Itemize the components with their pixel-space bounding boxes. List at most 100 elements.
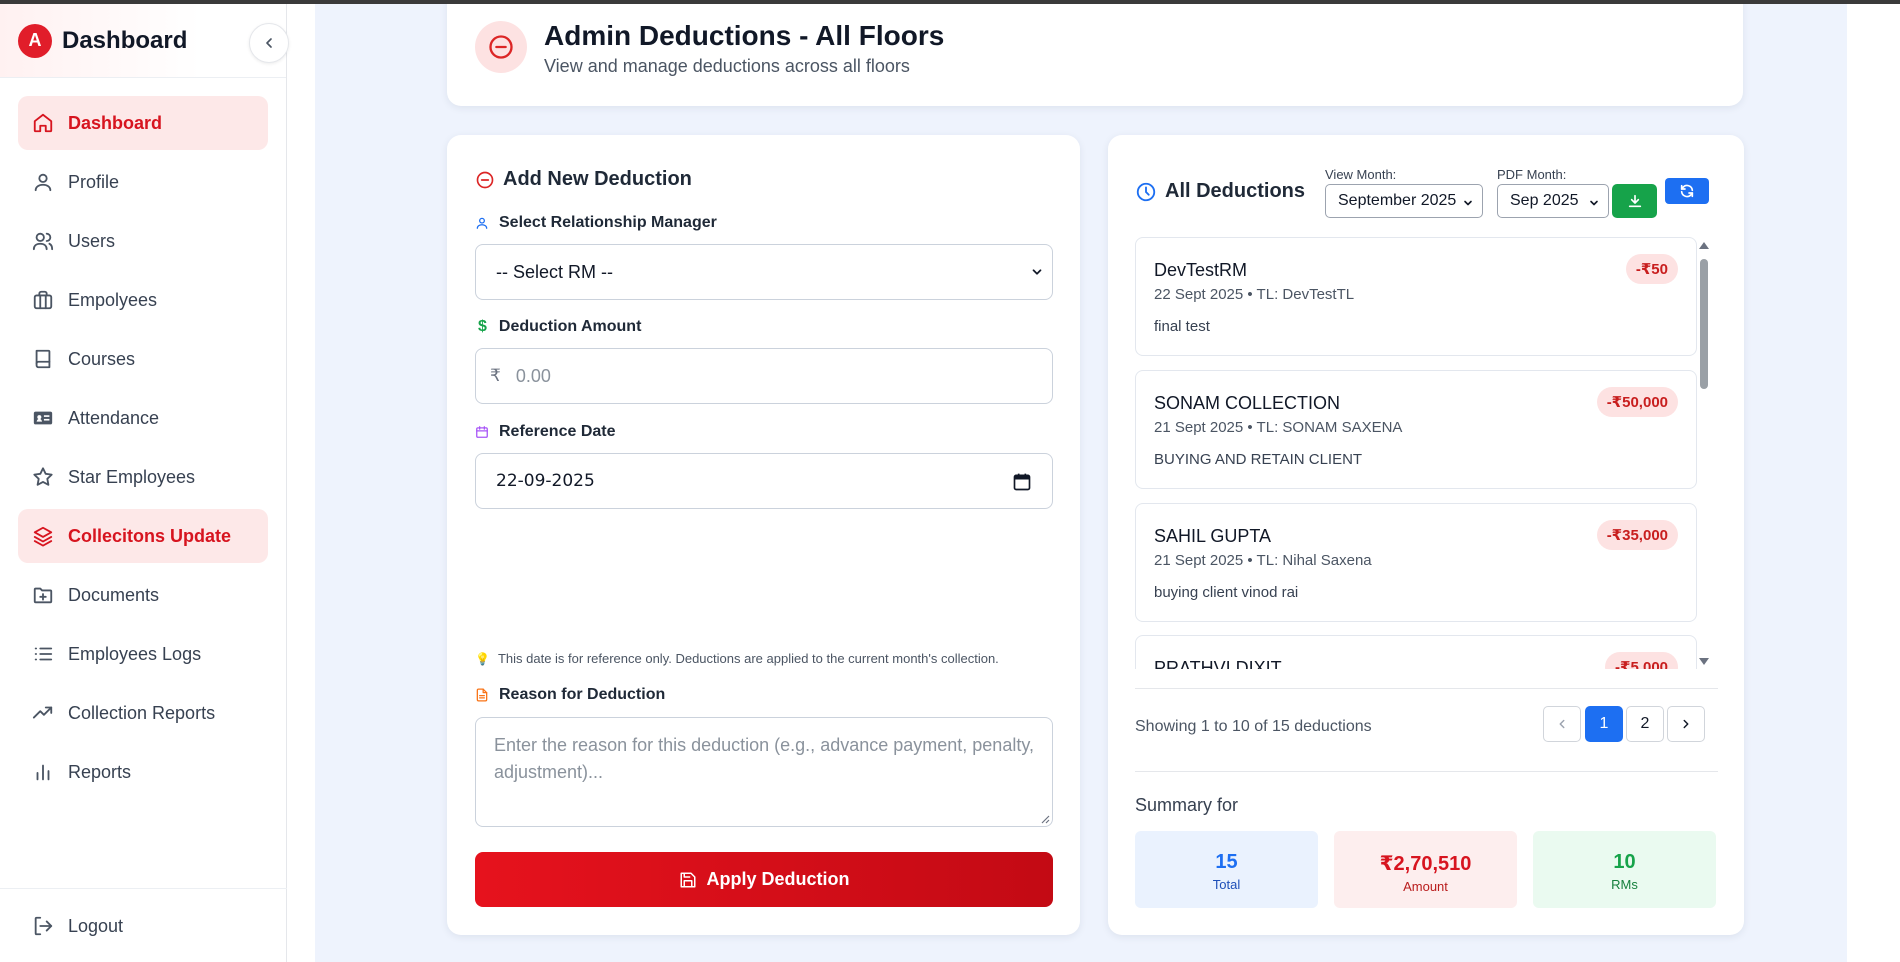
pdf-month-label: PDF Month:	[1497, 167, 1567, 182]
prev-page-button[interactable]	[1543, 706, 1581, 742]
scrollbar-thumb[interactable]	[1700, 259, 1708, 389]
pdf-month-select[interactable]: Sep 2025	[1497, 184, 1609, 218]
page-header-card: Admin Deductions - All Floors View and m…	[447, 0, 1743, 106]
sidebar-item-label: Courses	[68, 348, 136, 369]
sidebar-item-label: Collection Reports	[68, 702, 216, 723]
file-text-icon	[476, 688, 488, 702]
stat-rms-caption: RMs	[1611, 877, 1638, 892]
sidebar-item-label: Empolyees	[68, 289, 158, 310]
view-month-select[interactable]: September 2025	[1325, 184, 1483, 218]
refresh-button[interactable]	[1665, 178, 1709, 204]
deduction-item[interactable]: SAHIL GUPTA 21 Sept 2025 • TL: Nihal Sax…	[1135, 503, 1697, 622]
list-scrollbar[interactable]	[1698, 241, 1710, 666]
minus-circle-icon	[476, 171, 494, 188]
view-month-value: September 2025	[1338, 192, 1457, 209]
sidebar-item-employees-logs[interactable]: Employees Logs	[18, 627, 268, 681]
download-icon	[1628, 194, 1641, 208]
reason-placeholder: Enter the reason for this deduction (e.g…	[494, 735, 1034, 782]
sidebar-item-courses[interactable]: Courses	[18, 332, 268, 386]
next-page-button[interactable]	[1667, 706, 1705, 742]
scroll-up-arrow-icon[interactable]	[1698, 241, 1710, 251]
scroll-down-arrow-icon[interactable]	[1698, 656, 1710, 666]
sidebar-item-label: Collecitons Update	[68, 525, 232, 546]
page-button-1[interactable]: 1	[1585, 706, 1623, 742]
divider	[1135, 771, 1718, 772]
logout-button[interactable]: Logout	[18, 899, 269, 953]
deductions-list[interactable]: DevTestRM 22 Sept 2025 • TL: DevTestTL f…	[1135, 237, 1718, 669]
chevron-left-icon	[266, 38, 272, 48]
deduction-amount-badge: -₹35,000	[1596, 520, 1678, 550]
reference-date-input[interactable]: 22-09-2025	[475, 453, 1053, 509]
sidebar-item-label: Reports	[68, 761, 132, 782]
date-label: Reference Date	[475, 423, 616, 441]
sidebar-item-collections-update[interactable]: Collecitons Update	[18, 509, 268, 563]
sidebar-item-label: Attendance	[68, 407, 160, 428]
add-deduction-title-text: Add New Deduction	[503, 168, 692, 190]
stat-rms: 10 RMs	[1533, 831, 1716, 908]
pdf-month-value: Sep 2025	[1510, 192, 1579, 209]
deduction-note: final test	[1154, 318, 1210, 335]
sidebar-item-employees[interactable]: Empolyees	[18, 273, 268, 327]
star-icon	[33, 467, 53, 486]
stat-total-caption: Total	[1212, 877, 1241, 892]
chevron-left-icon	[1559, 719, 1565, 729]
amount-label-text: Deduction Amount	[498, 318, 642, 335]
summary-title: Summary for	[1135, 795, 1239, 815]
sidebar-item-label: Star Employees	[68, 466, 196, 487]
date-label-text: Reference Date	[499, 423, 616, 440]
sidebar-item-label: Users	[68, 230, 116, 251]
deduction-item[interactable]: PRATHVI DIXIT -₹5,000	[1135, 635, 1697, 669]
amount-label: $ Deduction Amount	[475, 318, 641, 336]
refresh-icon	[1680, 184, 1694, 198]
reason-label: Reason for Deduction	[475, 686, 665, 704]
users-icon	[32, 232, 54, 251]
sidebar-item-attendance[interactable]: Attendance	[18, 391, 268, 445]
window-top-border	[0, 0, 1900, 4]
deduction-rm-name: SONAM COLLECTION	[1154, 393, 1341, 413]
dollar-icon: $	[478, 318, 487, 335]
stat-rms-value: 10	[1613, 851, 1636, 873]
rm-select[interactable]: -- Select RM --	[475, 244, 1053, 300]
all-deductions-card: All Deductions View Month: September 202…	[1108, 135, 1744, 935]
sidebar-item-star-employees[interactable]: Star Employees	[18, 450, 268, 504]
currency-symbol: ₹	[490, 366, 501, 385]
amount-placeholder: 0.00	[515, 365, 551, 386]
id-card-icon	[33, 411, 53, 425]
page-subtitle: View and manage deductions across all fl…	[544, 56, 910, 76]
apply-deduction-button[interactable]: Apply Deduction	[475, 852, 1053, 907]
sidebar-item-label: Employees Logs	[68, 643, 202, 664]
rm-label: Select Relationship Manager	[475, 214, 717, 232]
pagination-info: Showing 1 to 10 of 15 deductions	[1135, 718, 1372, 735]
briefcase-icon	[33, 290, 53, 310]
rm-select-value: -- Select RM --	[496, 261, 613, 282]
collapse-sidebar-button[interactable]	[249, 23, 289, 63]
sidebar-item-profile[interactable]: Profile	[18, 155, 268, 209]
sidebar-item-reports[interactable]: Reports	[18, 745, 268, 799]
sidebar: A Dashboard Dashboard Profile Users Empo…	[0, 4, 289, 962]
deduction-meta: 22 Sept 2025 • TL: DevTestTL	[1154, 286, 1355, 303]
stat-total-value: 15	[1215, 851, 1238, 873]
stat-amount-value: ₹2,70,510	[1379, 853, 1472, 875]
sidebar-item-collection-reports[interactable]: Collection Reports	[18, 686, 268, 740]
date-value: 22-09-2025	[496, 471, 595, 491]
sidebar-item-dashboard[interactable]: Dashboard	[18, 96, 268, 150]
sidebar-item-label: Documents	[68, 584, 160, 605]
deduction-note: buying client vinod rai	[1154, 584, 1299, 601]
sidebar-title: Dashboard	[62, 26, 188, 54]
deduction-item[interactable]: DevTestRM 22 Sept 2025 • TL: DevTestTL f…	[1135, 237, 1697, 356]
stat-total: 15 Total	[1135, 831, 1318, 908]
reason-textarea[interactable]: Enter the reason for this deduction (e.g…	[475, 717, 1053, 827]
save-icon	[680, 872, 695, 887]
logout-label: Logout	[68, 915, 124, 936]
sidebar-item-users[interactable]: Users	[18, 214, 268, 268]
calendar-picker-icon[interactable]	[1012, 472, 1032, 492]
amount-input[interactable]: ₹ 0.00	[475, 348, 1053, 404]
deduction-item[interactable]: SONAM COLLECTION 21 Sept 2025 • TL: SONA…	[1135, 370, 1697, 489]
date-hint: 💡 This date is for reference only. Deduc…	[475, 651, 999, 666]
sidebar-item-documents[interactable]: Documents	[18, 568, 268, 622]
book-icon	[35, 349, 51, 369]
download-pdf-button[interactable]	[1612, 184, 1657, 218]
resize-handle-icon[interactable]	[1040, 814, 1050, 824]
deduction-meta: 21 Sept 2025 • TL: SONAM SAXENA	[1154, 419, 1403, 436]
page-button-2[interactable]: 2	[1626, 706, 1664, 742]
